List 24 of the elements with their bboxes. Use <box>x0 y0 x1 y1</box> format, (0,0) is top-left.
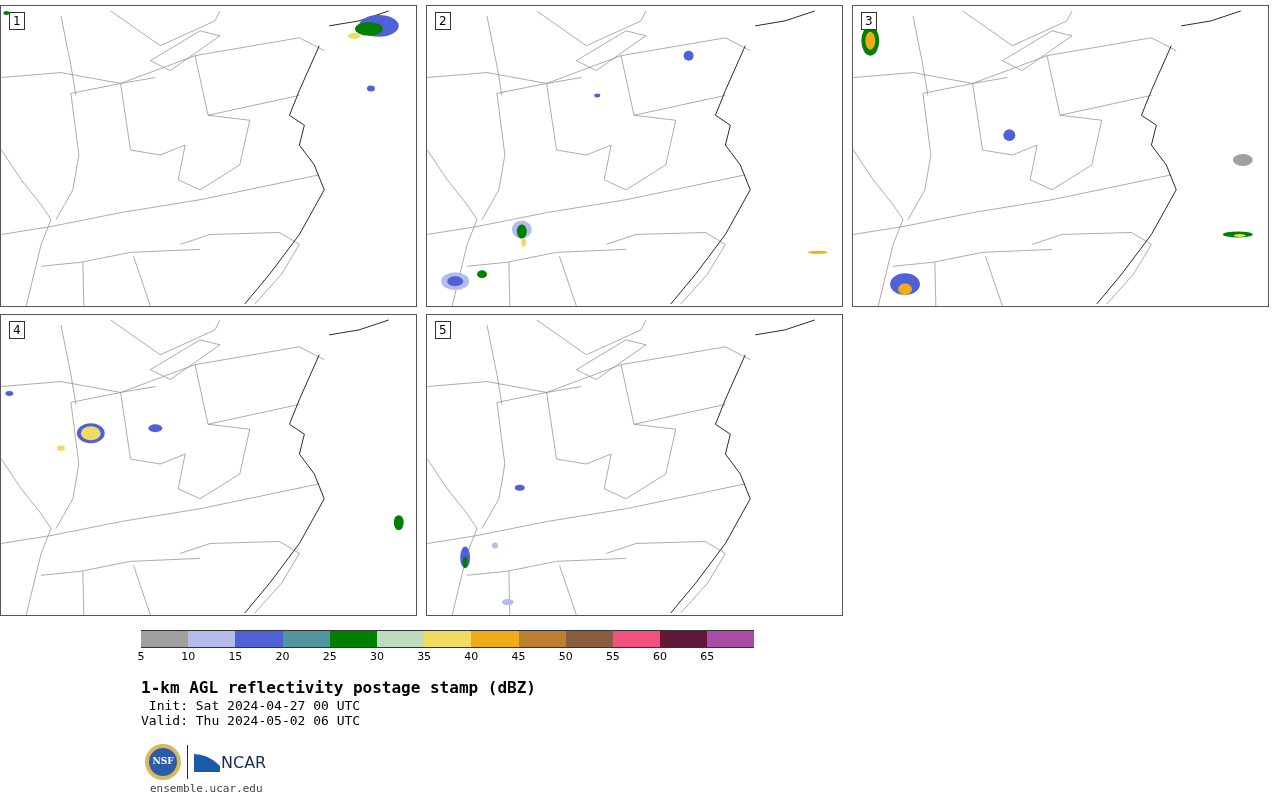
colorbar-tick-label: 30 <box>369 650 384 664</box>
colorbar-tick-label: 50 <box>558 650 573 664</box>
chart-title: 1-km AGL reflectivity postage stamp (dBZ) <box>141 678 537 698</box>
panel-number: 5 <box>435 321 451 339</box>
init-time: Init: Sat 2024-04-27 00 UTC <box>147 698 362 713</box>
colorbar-tick-label: 15 <box>228 650 243 664</box>
seal-logo: NSF <box>145 744 181 780</box>
panel-number: 2 <box>435 12 451 30</box>
colorbar-tick-label: 25 <box>322 650 337 664</box>
colorbar-tick-label: 20 <box>275 650 290 664</box>
colorbar-tick-label: 60 <box>653 650 668 664</box>
colorbar-tick-label: 10 <box>181 650 196 664</box>
colorbar-tick-label: 5 <box>137 650 145 664</box>
colorbar-tick-label: 65 <box>700 650 715 664</box>
colorbar-tick-label: 35 <box>417 650 432 664</box>
website-url: ensemble.ucar.edu <box>150 782 263 796</box>
colorbar-tick-label: 40 <box>464 650 479 664</box>
panel-number: 1 <box>9 12 25 30</box>
colorbar-tick-label: 45 <box>511 650 526 664</box>
panel-number: 3 <box>861 12 877 30</box>
valid-time: Valid: Thu 2024-05-02 06 UTC <box>141 713 362 728</box>
colorbar-tick-label: 55 <box>605 650 620 664</box>
ncar-logo: NCAR <box>194 752 267 772</box>
panel-number: 4 <box>9 321 25 339</box>
